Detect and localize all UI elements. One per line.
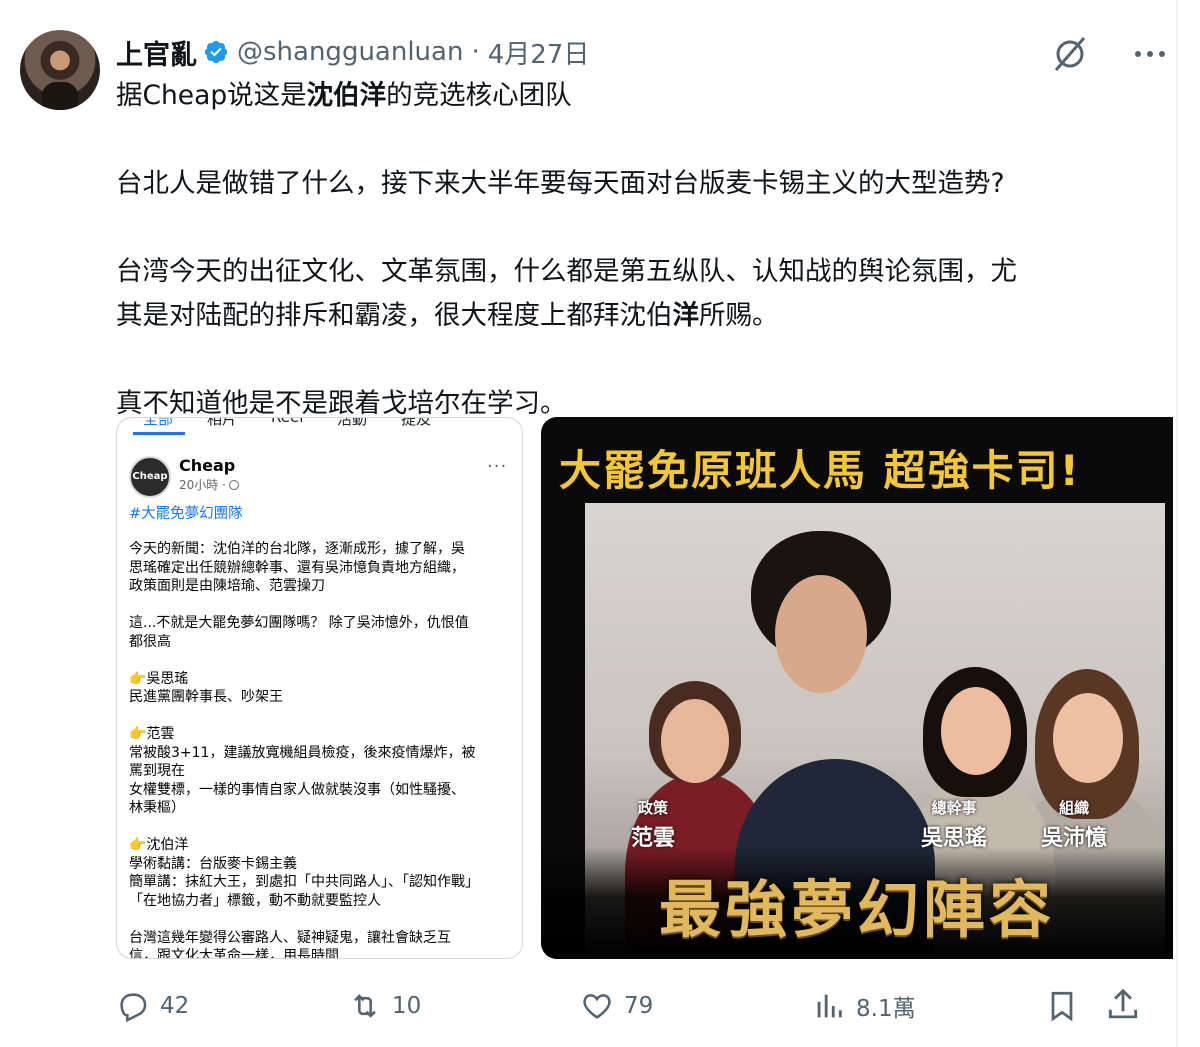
tweet-text-span: 其是对陆配的排斥和霸凌，很大程度上都拜沈伯 [116,300,673,331]
views-icon [817,994,842,1018]
fb-body-line: 林秉樞） [129,800,185,816]
fb-body-line: 👉范雲 [129,726,175,742]
grok-icon[interactable] [1050,34,1090,74]
fb-body-line: 「在地協力者」標籤，動不動就要監控人 [129,892,381,909]
person-face [1053,693,1123,783]
tweet-line: 其是对陆配的排斥和霸凌，很大程度上都拜沈伯洋所赐。 [116,294,1146,338]
media-image-facebook-post[interactable]: 全部 相片 Reel 活動 提及 Cheap Cheap 20小時 · ··· … [116,417,523,959]
promo-title: 大罷免原班人馬 超強卡司! [559,446,1081,495]
tweet-text-span: 所赐。 [699,300,779,331]
fb-body-line: 信，跟文化大革命一樣，用長時間... [129,948,353,959]
fb-body-line: 👉吳思瑤 [129,670,189,687]
tweet-bold-span: 洋 [672,300,700,331]
fb-body-line: 罵到現在 [129,763,185,779]
like-count: 79 [624,993,654,1019]
retweet-icon [354,994,376,1018]
more-options-icon[interactable] [1134,50,1174,58]
tweet-text-span: 的竞选核心团队 [386,80,572,111]
role-title: 組織 [1059,799,1090,817]
fb-tabs: 全部 相片 Reel 活動 提及 [117,417,522,430]
media-image-promo[interactable]: 大罷免原班人馬 超強卡司! 政策 范雲 總幹事 吳思瑤 組織 吳沛憶 最強夢幻陣… [541,417,1173,959]
tweet-line: 台湾今天的出征文化、文革氛围，什么都是第五纵队、认知战的舆论氛围，尤 [116,256,1017,287]
fb-hashtag: #大罷免夢幻團隊 [129,506,243,522]
globe-icon [228,480,239,490]
fb-body-line: 簡單講：抹紅大王，到處扣「中共同路人」、「認知作戰」 [129,874,479,890]
fb-body-line: 👉沈伯洋 [129,837,189,853]
fb-line-gap [129,596,514,615]
retweet-count: 10 [392,993,422,1019]
fb-post-time: 20小時 · [179,476,239,493]
tweet-bold-span: 沈伯洋 [306,80,387,111]
fb-tab: 全部 [143,417,174,428]
fb-post-body: 今天的新聞：沈伯洋的台北隊，逐漸成形，據了解，吳 思瑤確定出任競辦總幹事、還有吳沛… [129,540,514,959]
header-separator: · [471,37,480,67]
views-button[interactable]: 8.1萬 [812,984,916,1028]
retweet-button[interactable]: 10 [348,984,421,1028]
role-label: 總幹事 吳思瑤 [921,797,987,852]
person-face [775,575,867,693]
heart-icon [583,994,611,1019]
role-title: 總幹事 [931,799,977,817]
bookmark-icon[interactable] [1044,988,1080,1024]
reply-count: 42 [160,993,190,1019]
share-icon[interactable] [1104,986,1142,1024]
fb-body-line: 這...不就是大罷免夢幻團隊嗎？ 除了吳沛憶外，仇恨值 [129,615,469,631]
tweet-date[interactable]: 4月27日 [488,34,590,71]
tweet-line: 台北人是做错了什么，接下来大半年要每天面对台版麦卡锡主义的大型造势? [116,168,1005,199]
like-button[interactable]: 79 [580,984,653,1028]
tweet-text: 据Cheap说这是沈伯洋的竞选核心团队 台北人是做错了什么，接下来大半年要每天面… [116,74,1146,426]
fb-page-name: Cheap [179,456,236,475]
fb-tab: Reel [271,417,304,426]
author-avatar[interactable] [20,30,100,110]
views-count: 8.1萬 [856,996,916,1022]
tweet-text-span: 据Cheap说这是 [116,80,307,111]
role-label: 組織 吳沛憶 [1041,797,1107,852]
fb-more-icon: ··· [487,456,508,477]
fb-body-line: 台灣這幾年變得公審路人、疑神疑鬼，讓社會缺乏互 [129,929,451,946]
role-label: 政策 范雲 [631,797,675,852]
author-handle[interactable]: @shangguanluan [237,37,463,67]
fb-tab: 提及 [401,417,432,428]
timeline-divider [1176,0,1178,1047]
fb-tab: 相片 [207,417,238,428]
fb-body-line: 今天的新聞：沈伯洋的台北隊，逐漸成形，據了解，吳 [129,541,465,557]
tweet-line: 据Cheap说这是沈伯洋的竞选核心团队 [116,74,1146,118]
fb-line-gap [129,818,514,837]
fb-line-gap [129,910,514,929]
fb-body-line: 民進黨團幹事長、吵架王 [129,689,283,705]
fb-body-line: 都很高 [129,633,171,650]
fb-line-gap [129,707,514,726]
reply-icon [120,993,147,1023]
fb-body-line: 思瑤確定出任競辦總幹事、還有吳沛憶負責地方組織， [129,559,465,576]
person-face [941,687,1011,775]
fb-line-gap [129,651,514,670]
fb-body-line: 學術黏講：台版麥卡錫主義 [129,855,297,872]
person-face [661,699,729,783]
role-title: 政策 [638,799,669,817]
fb-post-time-text: 20小時 · [179,478,226,492]
verified-badge-icon [204,40,228,64]
author-display-name[interactable]: 上官亂 [116,33,197,72]
fb-tab: 活動 [337,417,368,428]
reply-button[interactable]: 42 [116,984,189,1028]
fb-page-avatar: Cheap [129,456,171,498]
promo-subtitle: 最強夢幻陣容 [658,873,1055,946]
fb-body-line: 女權雙標，一樣的事情自家人做就裝沒事（如性騷擾、 [129,781,465,798]
fb-body-line: 政策面則是由陳培瑜、范雲操刀 [129,578,325,594]
fb-tab-underline [133,432,185,435]
fb-body-line: 常被酸3+11，建議放寬機組員檢疫，後來疫情爆炸，被 [129,744,476,761]
tweet-header: 上官亂 @shangguanluan · 4月27日 [116,32,589,72]
